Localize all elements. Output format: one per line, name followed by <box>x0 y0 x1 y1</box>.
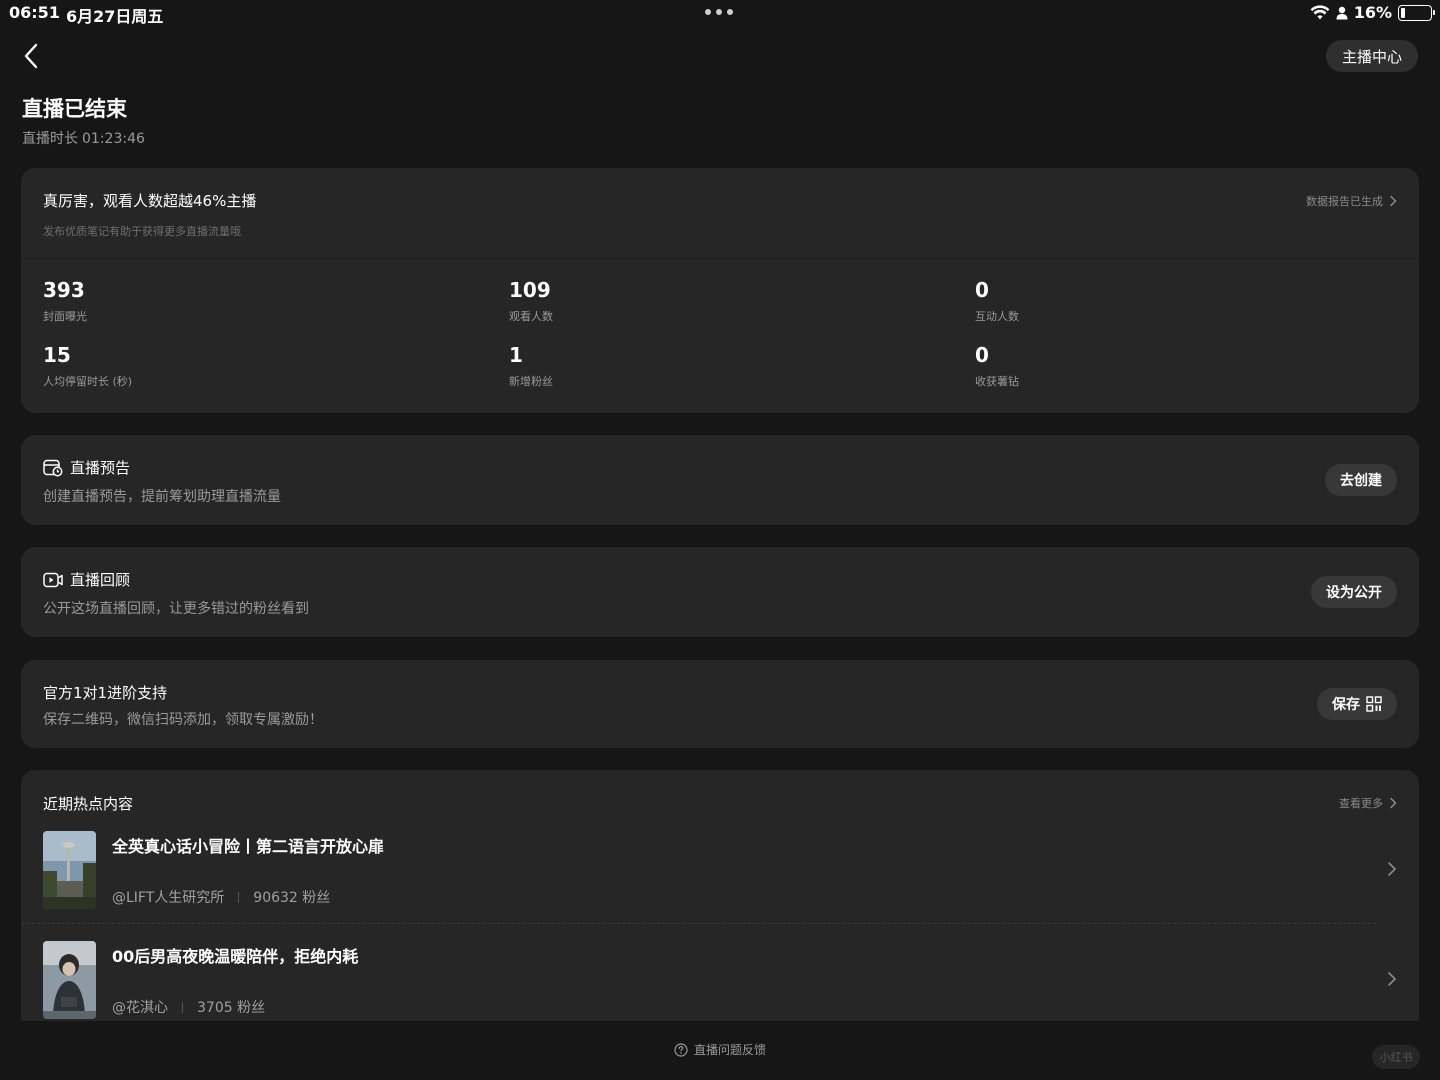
metric-cover-exposure: 393 封面曝光 <box>43 278 87 324</box>
anchor-center-button[interactable]: 主播中心 <box>1325 40 1418 72</box>
official-support-title: 官方1对1进阶支持 <box>43 684 168 702</box>
calendar-clock-icon <box>43 459 63 476</box>
chevron-right-icon <box>1390 797 1397 809</box>
stats-headline: 真厉害，观看人数超越46%主播 <box>43 192 257 210</box>
metric-label: 人均停留时长 (秒) <box>43 375 133 388</box>
hot-item-fans: 90632 粉丝 <box>253 890 331 906</box>
live-replay-card: 直播回顾 公开这场直播回顾，让更多错过的粉丝看到 设为公开 <box>21 547 1419 637</box>
metric-viewers: 109 观看人数 <box>509 278 553 324</box>
metric-new-fans: 1 新增粉丝 <box>509 343 553 389</box>
hot-item-meta: @花淇心 3705 粉丝 <box>112 997 265 1017</box>
hot-item-author: @花淇心 <box>112 1000 168 1016</box>
metric-label: 新增粉丝 <box>509 375 553 388</box>
status-indicators: 16% <box>1310 3 1435 22</box>
back-button[interactable] <box>18 40 48 72</box>
live-feedback-link[interactable]: 直播问题反馈 <box>0 1041 1440 1058</box>
metric-interactions: 0 互动人数 <box>975 278 1019 324</box>
live-preview-desc: 创建直播预告，提前筹划助理直播流量 <box>43 489 281 505</box>
chevron-right-icon <box>1388 972 1397 986</box>
hot-content-title: 近期热点内容 <box>43 795 134 813</box>
data-report-label: 数据报告已生成 <box>1306 195 1383 208</box>
view-more-link[interactable]: 查看更多 <box>1339 795 1397 811</box>
help-circle-icon <box>674 1042 688 1057</box>
hot-item-title: 00后男高夜晚温暖陪伴，拒绝内耗 <box>112 947 359 966</box>
multitask-dots-icon[interactable] <box>705 9 733 15</box>
official-support-desc: 保存二维码，微信扫码添加，领取专属激励！ <box>43 712 323 728</box>
meta-separator <box>238 891 240 903</box>
metric-diamonds: 0 收获薯钻 <box>975 343 1019 389</box>
hot-item-author: @LIFT人生研究所 <box>112 890 225 906</box>
metric-value: 0 <box>975 278 989 302</box>
live-replay-title: 直播回顾 <box>43 569 130 590</box>
status-bar: 06:51 6月27日周五 16% <box>0 0 1440 28</box>
duration-label: 直播时长 <box>22 131 78 147</box>
live-replay-desc: 公开这场直播回顾，让更多错过的粉丝看到 <box>43 601 309 617</box>
battery-icon <box>1398 4 1435 21</box>
battery-percent: 16% <box>1353 3 1392 22</box>
make-public-button[interactable]: 设为公开 <box>1311 576 1397 608</box>
metric-value: 1 <box>509 343 523 367</box>
hot-item-meta: @LIFT人生研究所 90632 粉丝 <box>112 887 330 907</box>
hot-item[interactable]: 00后男高夜晚温暖陪伴，拒绝内耗 @花淇心 3705 粉丝 <box>43 941 1397 1021</box>
hot-item-thumbnail <box>43 831 96 909</box>
metric-label: 互动人数 <box>975 310 1019 323</box>
status-time: 06:51 <box>9 3 60 22</box>
wifi-icon <box>1310 4 1330 19</box>
live-preview-title: 直播预告 <box>43 457 130 478</box>
chevron-left-icon <box>24 43 38 69</box>
hot-item-title: 全英真心话小冒险丨第二语言开放心扉 <box>112 837 385 856</box>
hot-item-divider <box>22 923 1376 924</box>
stats-header: 真厉害，观看人数超越46%主播 发布优质笔记有助于获得更多直播流量哦 数据报告已… <box>21 168 1419 259</box>
page-title: 直播已结束 <box>22 97 127 121</box>
duration-value: 01:23:46 <box>82 131 145 147</box>
metric-value: 109 <box>509 278 551 302</box>
metric-value: 0 <box>975 343 989 367</box>
view-more-label: 查看更多 <box>1339 797 1383 810</box>
metric-avg-stay: 15 人均停留时长 (秒) <box>43 343 132 389</box>
official-support-card: 官方1对1进阶支持 保存二维码，微信扫码添加，领取专属激励！ 保存 <box>21 660 1419 748</box>
create-preview-button[interactable]: 去创建 <box>1325 464 1397 496</box>
hot-item-thumbnail <box>43 941 96 1019</box>
metric-label: 收获薯钻 <box>975 375 1019 388</box>
xiaohongshu-watermark: 小红书 <box>1372 1045 1420 1069</box>
data-report-link[interactable]: 数据报告已生成 <box>1306 193 1397 209</box>
qr-code-icon <box>1366 696 1382 712</box>
hot-item-fans: 3705 粉丝 <box>197 1000 266 1016</box>
metric-value: 15 <box>43 343 71 367</box>
meta-separator <box>182 1001 183 1013</box>
hot-item[interactable]: 全英真心话小冒险丨第二语言开放心扉 @LIFT人生研究所 90632 粉丝 <box>43 831 1397 911</box>
stats-card: 真厉害，观看人数超越46%主播 发布优质笔记有助于获得更多直播流量哦 数据报告已… <box>21 168 1419 413</box>
chevron-right-icon <box>1390 195 1397 207</box>
save-qr-button[interactable]: 保存 <box>1317 688 1397 720</box>
hot-content-card: 近期热点内容 查看更多 全英真心话小冒险丨第二语言开放心扉 @LIFT人生研究所… <box>21 770 1419 1021</box>
video-replay-icon <box>43 572 63 587</box>
person-icon <box>1336 6 1348 19</box>
chevron-right-icon <box>1388 862 1397 876</box>
live-duration: 直播时长 01:23:46 <box>22 128 145 148</box>
stats-subtext: 发布优质笔记有助于获得更多直播流量哦 <box>43 225 241 238</box>
live-replay-title-text: 直播回顾 <box>70 571 131 589</box>
live-preview-card: 直播预告 创建直播预告，提前筹划助理直播流量 去创建 <box>21 435 1419 525</box>
save-qr-label: 保存 <box>1332 697 1360 713</box>
live-feedback-label: 直播问题反馈 <box>693 1043 766 1057</box>
metric-value: 393 <box>43 278 85 302</box>
metric-label: 封面曝光 <box>43 310 87 323</box>
metric-label: 观看人数 <box>509 310 553 323</box>
status-date: 6月27日周五 <box>66 7 164 26</box>
live-preview-title-text: 直播预告 <box>70 459 131 477</box>
